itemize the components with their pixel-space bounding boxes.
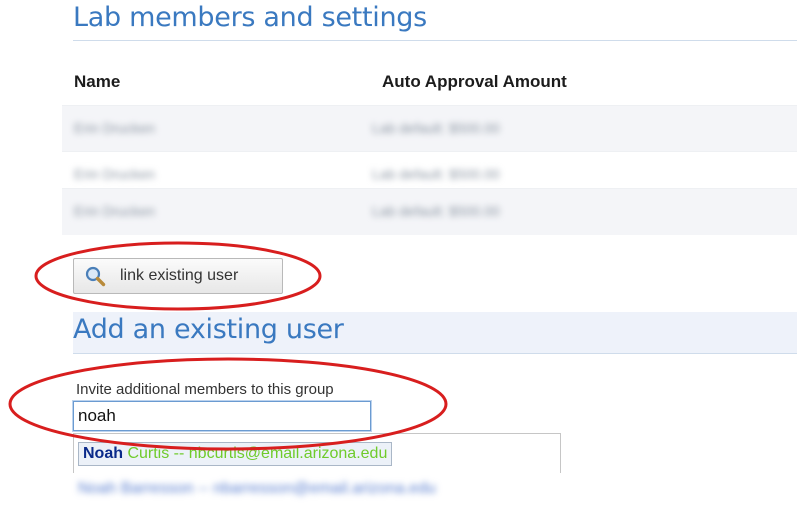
link-existing-user-button[interactable]: link existing user xyxy=(73,258,283,294)
invite-members-input[interactable] xyxy=(72,400,372,432)
suggestion-email: nbcurtis@email.arizona.edu xyxy=(188,445,388,462)
member-approval-amount: Lab default: $500.00 xyxy=(372,120,500,136)
member-approval-amount: Lab default: $500.00 xyxy=(372,166,500,182)
autocomplete-dropdown: Noah Curtis -- nbcurtis@email.arizona.ed… xyxy=(73,433,561,473)
table-row: Erin Drucken Lab default: $500.00 xyxy=(62,188,797,235)
magnifier-icon xyxy=(85,266,106,287)
member-name: Erin Drucken xyxy=(74,120,155,136)
table-row: Erin Drucken Lab default: $500.00 xyxy=(62,105,797,152)
link-existing-user-label: link existing user xyxy=(120,267,239,284)
member-name: Erin Drucken xyxy=(74,166,155,182)
suggestion-match: Noah xyxy=(83,445,123,462)
member-approval-amount: Lab default: $500.00 xyxy=(372,203,500,219)
column-header-name: Name xyxy=(74,72,121,91)
add-user-title: Add an existing user xyxy=(73,314,344,345)
suggestion-name-rest: Curtis xyxy=(127,445,170,462)
title-divider xyxy=(73,353,797,354)
member-name: Erin Drucken xyxy=(74,203,155,219)
suggestion-separator: -- xyxy=(169,445,189,462)
autocomplete-suggestion-active[interactable]: Noah Curtis -- nbcurtis@email.arizona.ed… xyxy=(78,442,393,466)
page-title: Lab members and settings xyxy=(73,2,427,33)
autocomplete-suggestion[interactable]: Noah Barresson -- nbarresson@email.arizo… xyxy=(78,480,436,498)
column-header-auto-approval-amount: Auto Approval Amount xyxy=(382,72,567,91)
title-divider xyxy=(73,40,797,41)
invite-label: Invite additional members to this group xyxy=(76,381,334,398)
